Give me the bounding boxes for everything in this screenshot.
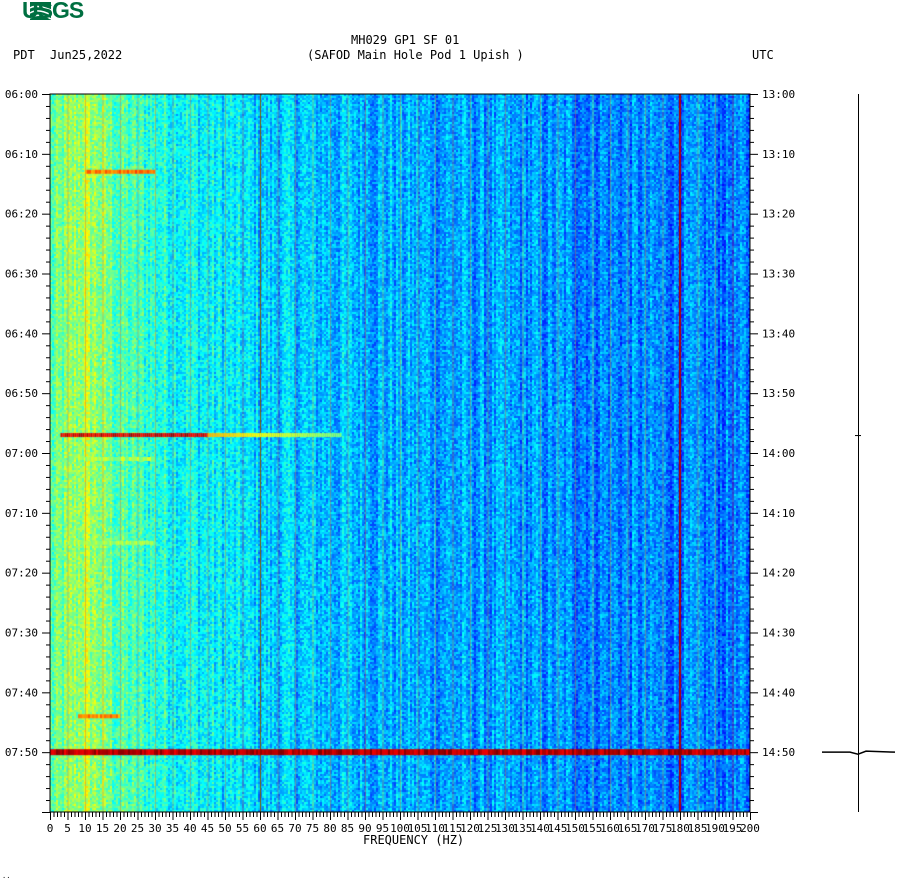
y-right-tick-label: 14:30 [762,627,795,640]
y-left-tick-label: 07:30 [5,627,38,640]
y-left-tick-label: 07:40 [5,686,38,699]
y-left-tick-label: 07:20 [5,567,38,580]
y-right-tick-label: 14:20 [762,567,795,580]
x-tick-label: 50 [218,822,231,835]
x-tick-label: 30 [148,822,161,835]
y-right-tick-label: 13:00 [762,88,795,101]
y-left-tick-label: 07:10 [5,507,38,520]
y-left-tick-label: 06:00 [5,88,38,101]
footer-mark: .. [2,872,11,880]
x-tick-label: 35 [166,822,179,835]
spectrogram-page: USGS MH029 GP1 SF 01 (SAFOD Main Hole Po… [0,0,902,892]
x-tick-label: 10 [78,822,91,835]
y-left-tick-label: 06:10 [5,148,38,161]
y-right-tick-label: 13:20 [762,208,795,221]
x-tick-label: 75 [306,822,319,835]
y-left-tick-label: 06:30 [5,268,38,281]
y-right-tick-label: 13:30 [762,268,795,281]
y-left-tick-label: 06:20 [5,208,38,221]
x-tick-label: 80 [323,822,336,835]
x-axis-label: FREQUENCY (HZ) [363,833,465,847]
y-right-tick-label: 14:10 [762,507,795,520]
y-left-tick-label: 07:00 [5,447,38,460]
x-tick-label: 85 [341,822,354,835]
x-tick-label: 5 [64,822,71,835]
x-tick-label: 200 [740,822,760,835]
y-right-tick-label: 13:40 [762,327,795,340]
y-left-tick-label: 06:50 [5,387,38,400]
x-tick-label: 55 [236,822,249,835]
x-tick-label: 60 [253,822,266,835]
y-right-tick-label: 14:40 [762,686,795,699]
x-tick-label: 0 [47,822,54,835]
y-right-tick-label: 14:50 [762,746,795,759]
chart-axes: 0 5 10 15 20 25 30 35 40 45 50 55 60 65 70 75 80 85 90 95 10… [5,88,896,835]
y-right-tick-label: 13:10 [762,148,795,161]
x-tick-label: 40 [183,822,196,835]
y-left-tick-label: 07:50 [5,746,38,759]
x-tick-label: 45 [201,822,214,835]
x-tick-label: 15 [96,822,109,835]
x-tick-label: 20 [113,822,126,835]
x-tick-label: 65 [271,822,284,835]
y-right-tick-label: 13:50 [762,387,795,400]
plot-frame [49,93,751,813]
x-tick-label: 25 [131,822,144,835]
y-left-tick-label: 06:40 [5,327,38,340]
x-tick-label: 70 [288,822,301,835]
y-right-tick-label: 14:00 [762,447,795,460]
